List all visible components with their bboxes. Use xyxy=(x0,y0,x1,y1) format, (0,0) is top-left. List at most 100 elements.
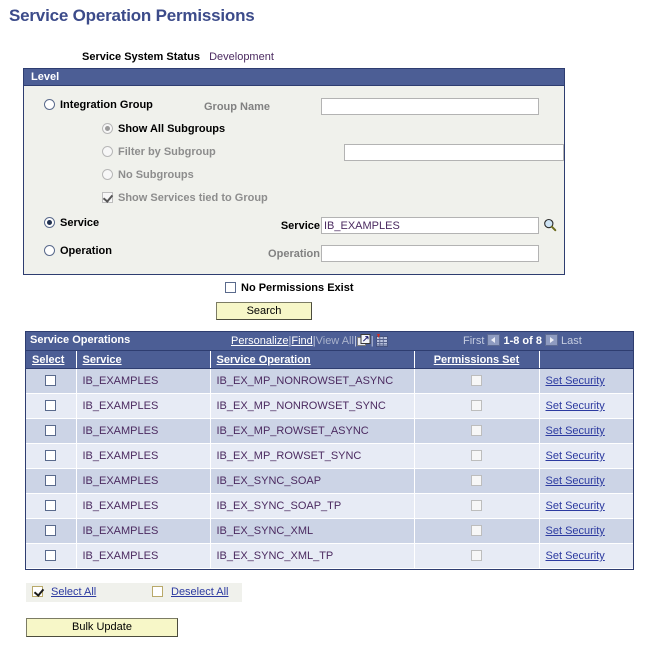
row-permissions-set-checkbox[interactable] xyxy=(471,400,482,411)
service-radio-label: Service xyxy=(60,217,100,229)
radio-operation[interactable]: Operation xyxy=(44,245,112,257)
next-page-icon[interactable] xyxy=(544,334,558,346)
row-select-checkbox[interactable] xyxy=(45,550,57,561)
radio-no-subgroups[interactable]: No Subgroups xyxy=(102,169,194,181)
group-name-input[interactable] xyxy=(321,98,539,115)
column-header-service-operation[interactable]: Service Operation xyxy=(210,351,415,369)
table-row: IB_EXAMPLES IB_EX_SYNC_SOAP_TP Set Securit… xyxy=(26,493,633,519)
integration-group-radio-dot[interactable] xyxy=(44,99,55,110)
row-service-operation-cell: IB_EX_MP_NONROWSET_SYNC xyxy=(210,393,415,419)
row-select-checkbox[interactable] xyxy=(45,375,57,386)
row-action-cell: Set Security xyxy=(539,518,633,544)
show-all-subgroups-label: Show All Subgroups xyxy=(118,123,226,135)
search-button[interactable]: Search xyxy=(216,302,312,320)
row-service-operation-cell: IB_EX_MP_ROWSET_ASYNC xyxy=(210,418,415,444)
first-page-link[interactable]: First xyxy=(463,335,484,347)
show-services-tied-checkbox[interactable] xyxy=(102,192,113,203)
row-permissions-set-checkbox[interactable] xyxy=(471,550,482,561)
set-security-link[interactable]: Set Security xyxy=(546,400,605,412)
row-permissions-set-cell xyxy=(414,368,540,394)
row-action-cell: Set Security xyxy=(539,393,633,419)
download-spreadsheet-icon[interactable] xyxy=(374,334,388,350)
select-all-checkbox[interactable] xyxy=(32,586,43,597)
expand-grid-icon[interactable] xyxy=(356,334,371,350)
row-select-checkbox[interactable] xyxy=(45,400,57,411)
row-service-cell: IB_EXAMPLES xyxy=(76,418,211,444)
column-header-select[interactable]: Select xyxy=(26,351,77,369)
view-all-link[interactable]: View All xyxy=(316,335,354,347)
row-service-operation-cell: IB_EX_MP_ROWSET_SYNC xyxy=(210,443,415,469)
row-permissions-set-checkbox[interactable] xyxy=(471,375,482,386)
radio-filter-by-subgroup[interactable]: Filter by Subgroup xyxy=(102,146,216,158)
service-system-status-value: Development xyxy=(209,51,274,63)
last-page-link[interactable]: Last xyxy=(561,335,582,347)
radio-service[interactable]: Service xyxy=(44,217,99,229)
row-select-checkbox[interactable] xyxy=(45,425,57,436)
no-permissions-exist-checkbox[interactable] xyxy=(225,282,236,293)
table-row: IB_EXAMPLES IB_EX_MP_NONROWSET_SYNC Set Se… xyxy=(26,393,633,419)
radio-show-all-subgroups[interactable]: Show All Subgroups xyxy=(102,123,225,135)
operation-field-label: Operation xyxy=(268,248,320,260)
row-action-cell: Set Security xyxy=(539,418,633,444)
set-security-link[interactable]: Set Security xyxy=(546,475,605,487)
deselect-all-checkbox[interactable] xyxy=(152,586,163,597)
row-select-checkbox[interactable] xyxy=(45,500,57,511)
row-select-cell xyxy=(26,443,77,469)
checkbox-show-services-tied-to-group[interactable]: Show Services tied to Group xyxy=(102,192,268,204)
grid-title-bar: Service Operations Personalize|Find|View… xyxy=(26,332,633,351)
show-all-subgroups-radio-dot[interactable] xyxy=(102,123,113,134)
row-permissions-set-checkbox[interactable] xyxy=(471,425,482,436)
row-permissions-set-checkbox[interactable] xyxy=(471,525,482,536)
row-select-checkbox[interactable] xyxy=(45,475,57,486)
operation-radio-dot[interactable] xyxy=(44,245,55,256)
column-header-service[interactable]: Service xyxy=(76,351,211,369)
table-header-row: Select Service Service Operation Permiss… xyxy=(26,351,633,369)
row-select-cell xyxy=(26,393,77,419)
operation-input[interactable] xyxy=(321,245,539,262)
row-permissions-set-checkbox[interactable] xyxy=(471,500,482,511)
grid-toolbar: Personalize|Find|View All| | xyxy=(231,334,388,350)
magnifier-icon[interactable] xyxy=(543,218,557,232)
filter-by-subgroup-radio-dot[interactable] xyxy=(102,146,113,157)
service-operations-table: Select Service Service Operation Permiss… xyxy=(26,351,633,569)
column-header-action xyxy=(539,351,633,369)
set-security-link[interactable]: Set Security xyxy=(546,525,605,537)
row-permissions-set-cell xyxy=(414,543,540,569)
row-select-cell xyxy=(26,518,77,544)
row-service-cell: IB_EXAMPLES xyxy=(76,393,211,419)
select-all-group[interactable]: Select All xyxy=(32,586,96,598)
page-range: 1-8 of 8 xyxy=(503,335,542,347)
column-header-permissions-set[interactable]: Permissions Set xyxy=(414,351,540,369)
checkbox-no-permissions-exist[interactable]: No Permissions Exist xyxy=(225,282,354,294)
deselect-all-group[interactable]: Deselect All xyxy=(152,586,228,598)
no-subgroups-radio-dot[interactable] xyxy=(102,169,113,180)
service-system-status: Service System Status Development xyxy=(82,51,274,63)
no-subgroups-label: No Subgroups xyxy=(118,169,194,181)
set-security-link[interactable]: Set Security xyxy=(546,500,605,512)
filter-subgroup-input[interactable] xyxy=(344,144,564,161)
row-action-cell: Set Security xyxy=(539,443,633,469)
service-input[interactable] xyxy=(321,217,539,234)
row-action-cell: Set Security xyxy=(539,493,633,519)
row-service-operation-cell: IB_EX_SYNC_XML xyxy=(210,518,415,544)
row-service-operation-cell: IB_EX_MP_NONROWSET_ASYNC xyxy=(210,368,415,394)
set-security-link[interactable]: Set Security xyxy=(546,425,605,437)
level-panel-header: Level xyxy=(24,69,564,86)
row-select-checkbox[interactable] xyxy=(45,450,57,461)
set-security-link[interactable]: Set Security xyxy=(546,550,605,562)
find-link[interactable]: Find xyxy=(291,335,312,347)
set-security-link[interactable]: Set Security xyxy=(546,450,605,462)
row-select-checkbox[interactable] xyxy=(45,525,57,536)
service-radio-dot[interactable] xyxy=(44,217,55,228)
row-action-cell: Set Security xyxy=(539,543,633,569)
radio-integration-group[interactable]: Integration Group xyxy=(44,99,153,111)
select-all-link[interactable]: Select All xyxy=(51,586,96,598)
row-service-cell: IB_EXAMPLES xyxy=(76,543,211,569)
set-security-link[interactable]: Set Security xyxy=(546,375,605,387)
personalize-link[interactable]: Personalize xyxy=(231,335,288,347)
prev-page-icon[interactable] xyxy=(487,334,501,346)
bulk-update-button[interactable]: Bulk Update xyxy=(26,618,178,637)
row-permissions-set-checkbox[interactable] xyxy=(471,450,482,461)
deselect-all-link[interactable]: Deselect All xyxy=(171,586,228,598)
row-permissions-set-checkbox[interactable] xyxy=(471,475,482,486)
